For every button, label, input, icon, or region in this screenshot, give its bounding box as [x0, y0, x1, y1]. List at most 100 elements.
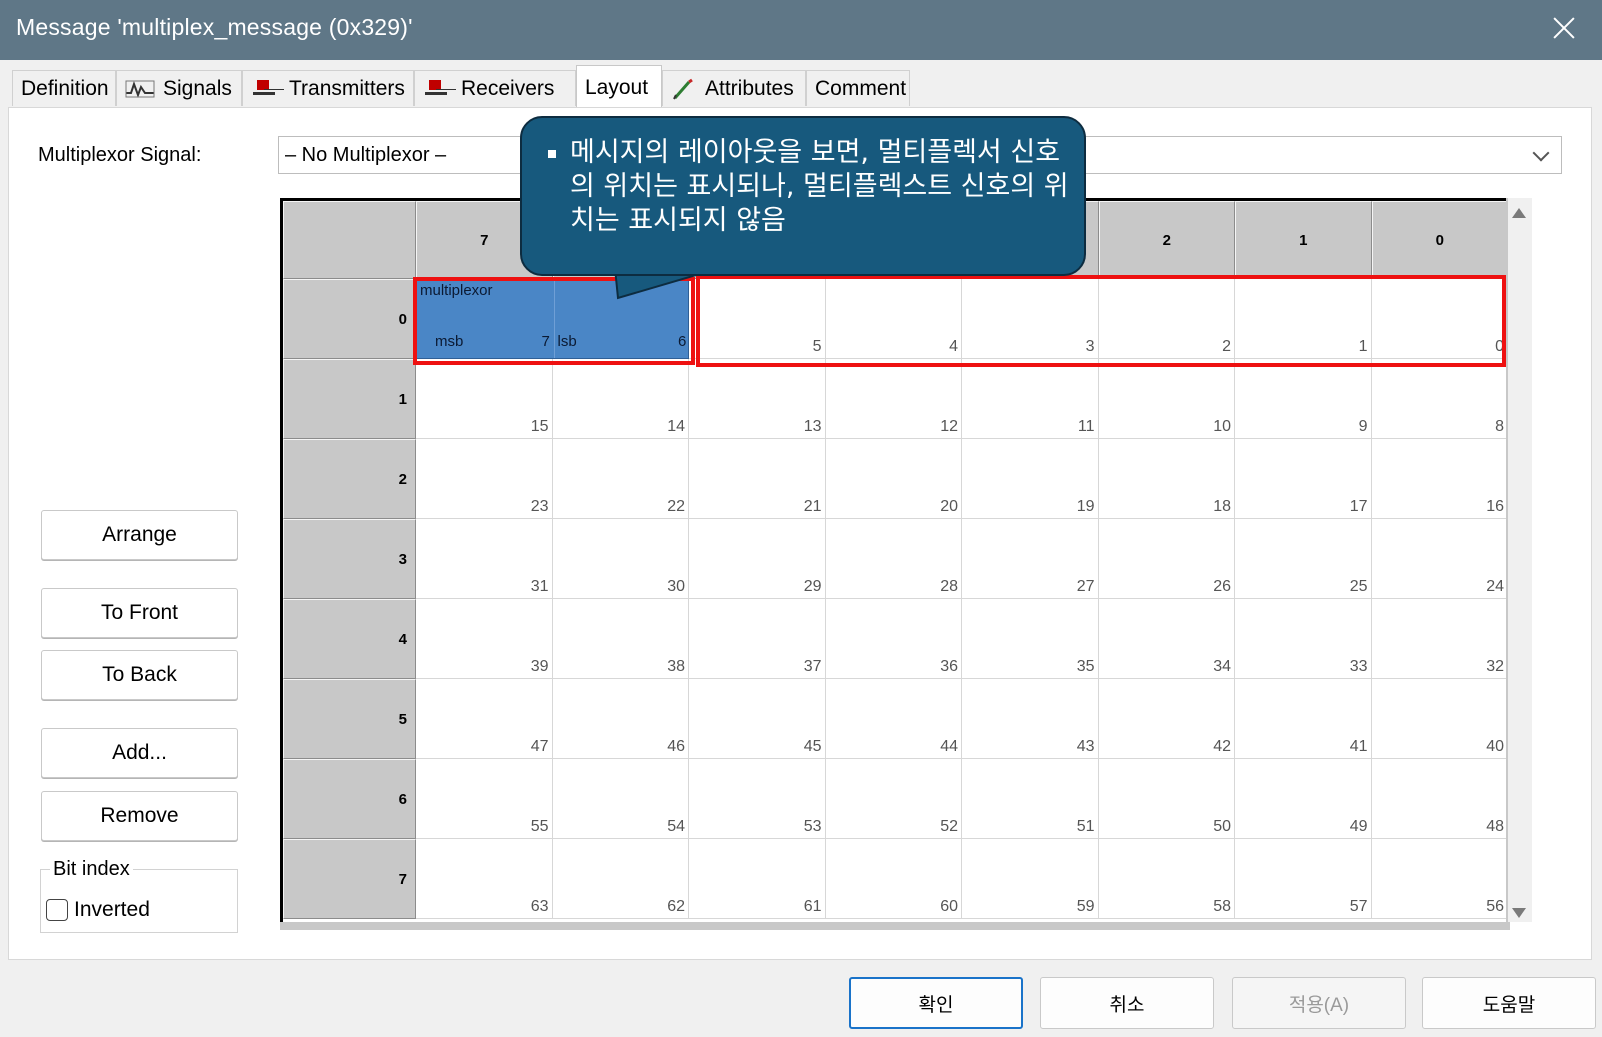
bit-cell[interactable]: 31 — [416, 519, 553, 599]
flag-icon — [251, 78, 281, 100]
apply-button[interactable]: 적용(A) — [1232, 977, 1406, 1029]
tab-layout[interactable]: Layout — [576, 65, 662, 109]
scroll-up-icon[interactable] — [1512, 208, 1526, 218]
bit-cell[interactable]: 57 — [1235, 839, 1372, 919]
bit-cell[interactable]: 45 — [689, 679, 826, 759]
tab-attributes[interactable]: Attributes — [662, 70, 806, 106]
bit-cell[interactable]: 23 — [416, 439, 553, 519]
annotation-callout: 메시지의 레이아웃을 보면, 멀티플렉서 신호의 위치는 표시되나, 멀티플렉스… — [520, 116, 1086, 276]
scroll-down-icon[interactable] — [1512, 908, 1526, 918]
remove-button[interactable]: Remove — [41, 791, 238, 841]
bit-cell[interactable]: 32 — [1371, 599, 1508, 679]
to-front-button[interactable]: To Front — [41, 588, 238, 638]
bit-number: 36 — [940, 658, 958, 675]
bit-number: 26 — [1213, 578, 1231, 595]
bit-cell[interactable]: 13 — [689, 359, 826, 439]
bit-cell[interactable]: 39 — [416, 599, 553, 679]
bit-cell[interactable]: 58 — [1098, 839, 1235, 919]
bit-cell[interactable]: 18 — [1098, 439, 1235, 519]
bit-cell[interactable]: 38 — [552, 599, 689, 679]
bit-cell[interactable]: 46 — [552, 679, 689, 759]
bit-cell[interactable]: 34 — [1098, 599, 1235, 679]
bit-cell[interactable]: 17 — [1235, 439, 1372, 519]
bit-number: 59 — [1076, 898, 1095, 915]
cancel-button[interactable]: 취소 — [1040, 977, 1214, 1029]
bit-cell[interactable]: 47 — [416, 679, 553, 759]
bit-cell[interactable]: 56 — [1371, 839, 1508, 919]
bit-cell[interactable]: 53 — [689, 759, 826, 839]
bit-cell[interactable]: 9 — [1235, 359, 1372, 439]
bit-cell[interactable]: 48 — [1371, 759, 1508, 839]
bit-cell[interactable]: 11 — [962, 359, 1099, 439]
inverted-checkbox[interactable] — [46, 899, 68, 921]
bit-cell[interactable]: 41 — [1235, 679, 1372, 759]
bit-cell[interactable]: 30 — [552, 519, 689, 599]
bit-cell[interactable]: 22 — [552, 439, 689, 519]
tab-comment[interactable]: Comment — [806, 70, 910, 106]
bit-number: 53 — [803, 818, 822, 835]
add-button[interactable]: Add... — [41, 728, 238, 778]
bit-cell[interactable]: 50 — [1098, 759, 1235, 839]
bit-cell[interactable]: 28 — [825, 519, 962, 599]
bit-cell[interactable]: 12 — [825, 359, 962, 439]
bit-index-legend: Bit index — [50, 858, 133, 881]
inverted-label[interactable]: Inverted — [74, 898, 150, 922]
bit-cell[interactable]: 63 — [416, 839, 553, 919]
bit-cell[interactable]: 59 — [962, 839, 1099, 919]
bit-cell[interactable]: 26 — [1098, 519, 1235, 599]
bit-cell[interactable]: 27 — [962, 519, 1099, 599]
bit-number: 56 — [1486, 898, 1504, 915]
tab-receivers[interactable]: Receivers — [414, 70, 576, 106]
bit-cell[interactable]: 8 — [1371, 359, 1508, 439]
bit-cell[interactable]: 42 — [1098, 679, 1235, 759]
bit-cell[interactable]: 49 — [1235, 759, 1372, 839]
bit-number: 54 — [667, 818, 685, 835]
close-icon[interactable] — [1548, 12, 1580, 44]
bit-cell[interactable]: 55 — [416, 759, 553, 839]
bit-number: 46 — [667, 738, 685, 755]
tab-transmitters[interactable]: Transmitters — [242, 70, 414, 106]
annotation-text: 메시지의 레이아웃을 보면, 멀티플렉서 신호의 위치는 표시되나, 멀티플렉스… — [570, 137, 1069, 236]
ok-button[interactable]: 확인 — [849, 977, 1023, 1029]
bit-cell[interactable]: 20 — [825, 439, 962, 519]
bit-cell[interactable]: 14 — [552, 359, 689, 439]
arrange-button[interactable]: Arrange — [41, 510, 238, 560]
bit-cell[interactable]: 40 — [1371, 679, 1508, 759]
bit-number: 17 — [1349, 498, 1368, 515]
bit-cell[interactable]: 15 — [416, 359, 553, 439]
tab-definition[interactable]: Definition — [12, 70, 116, 106]
row-header: 6 — [283, 759, 416, 839]
bit-cell[interactable]: 62 — [552, 839, 689, 919]
bit-cell[interactable]: 10 — [1098, 359, 1235, 439]
tab-signals[interactable]: Signals — [116, 70, 242, 106]
bit-cell[interactable]: 51 — [962, 759, 1099, 839]
bit-cell[interactable]: 54 — [552, 759, 689, 839]
chevron-down-icon[interactable] — [1532, 144, 1550, 162]
bit-cell[interactable]: 29 — [689, 519, 826, 599]
bit-cell[interactable]: 25 — [1235, 519, 1372, 599]
bit-cell[interactable]: 35 — [962, 599, 1099, 679]
bit-number: 11 — [1077, 418, 1095, 435]
help-button[interactable]: 도움말 — [1422, 977, 1596, 1029]
vertical-scrollbar[interactable] — [1508, 198, 1532, 922]
bit-cell[interactable]: 52 — [825, 759, 962, 839]
bit-cell[interactable]: 24 — [1371, 519, 1508, 599]
bit-cell[interactable]: 61 — [689, 839, 826, 919]
bit-number: 25 — [1349, 578, 1368, 595]
bit-number: 52 — [940, 818, 958, 835]
bit-cell[interactable]: 37 — [689, 599, 826, 679]
bit-cell[interactable]: 44 — [825, 679, 962, 759]
to-back-button[interactable]: To Back — [41, 650, 238, 700]
bit-number: 13 — [803, 418, 822, 435]
bit-cell[interactable]: 43 — [962, 679, 1099, 759]
bit-cell[interactable]: 36 — [825, 599, 962, 679]
bit-cell[interactable]: 21 — [689, 439, 826, 519]
tab-receivers-label: Receivers — [461, 76, 555, 100]
bit-cell[interactable]: 33 — [1235, 599, 1372, 679]
horizontal-scrollbar[interactable] — [280, 922, 1510, 930]
multiplexed-signal-highlight — [696, 275, 1506, 367]
bit-number: 20 — [940, 498, 958, 515]
bit-cell[interactable]: 60 — [825, 839, 962, 919]
bit-cell[interactable]: 16 — [1371, 439, 1508, 519]
bit-cell[interactable]: 19 — [962, 439, 1099, 519]
